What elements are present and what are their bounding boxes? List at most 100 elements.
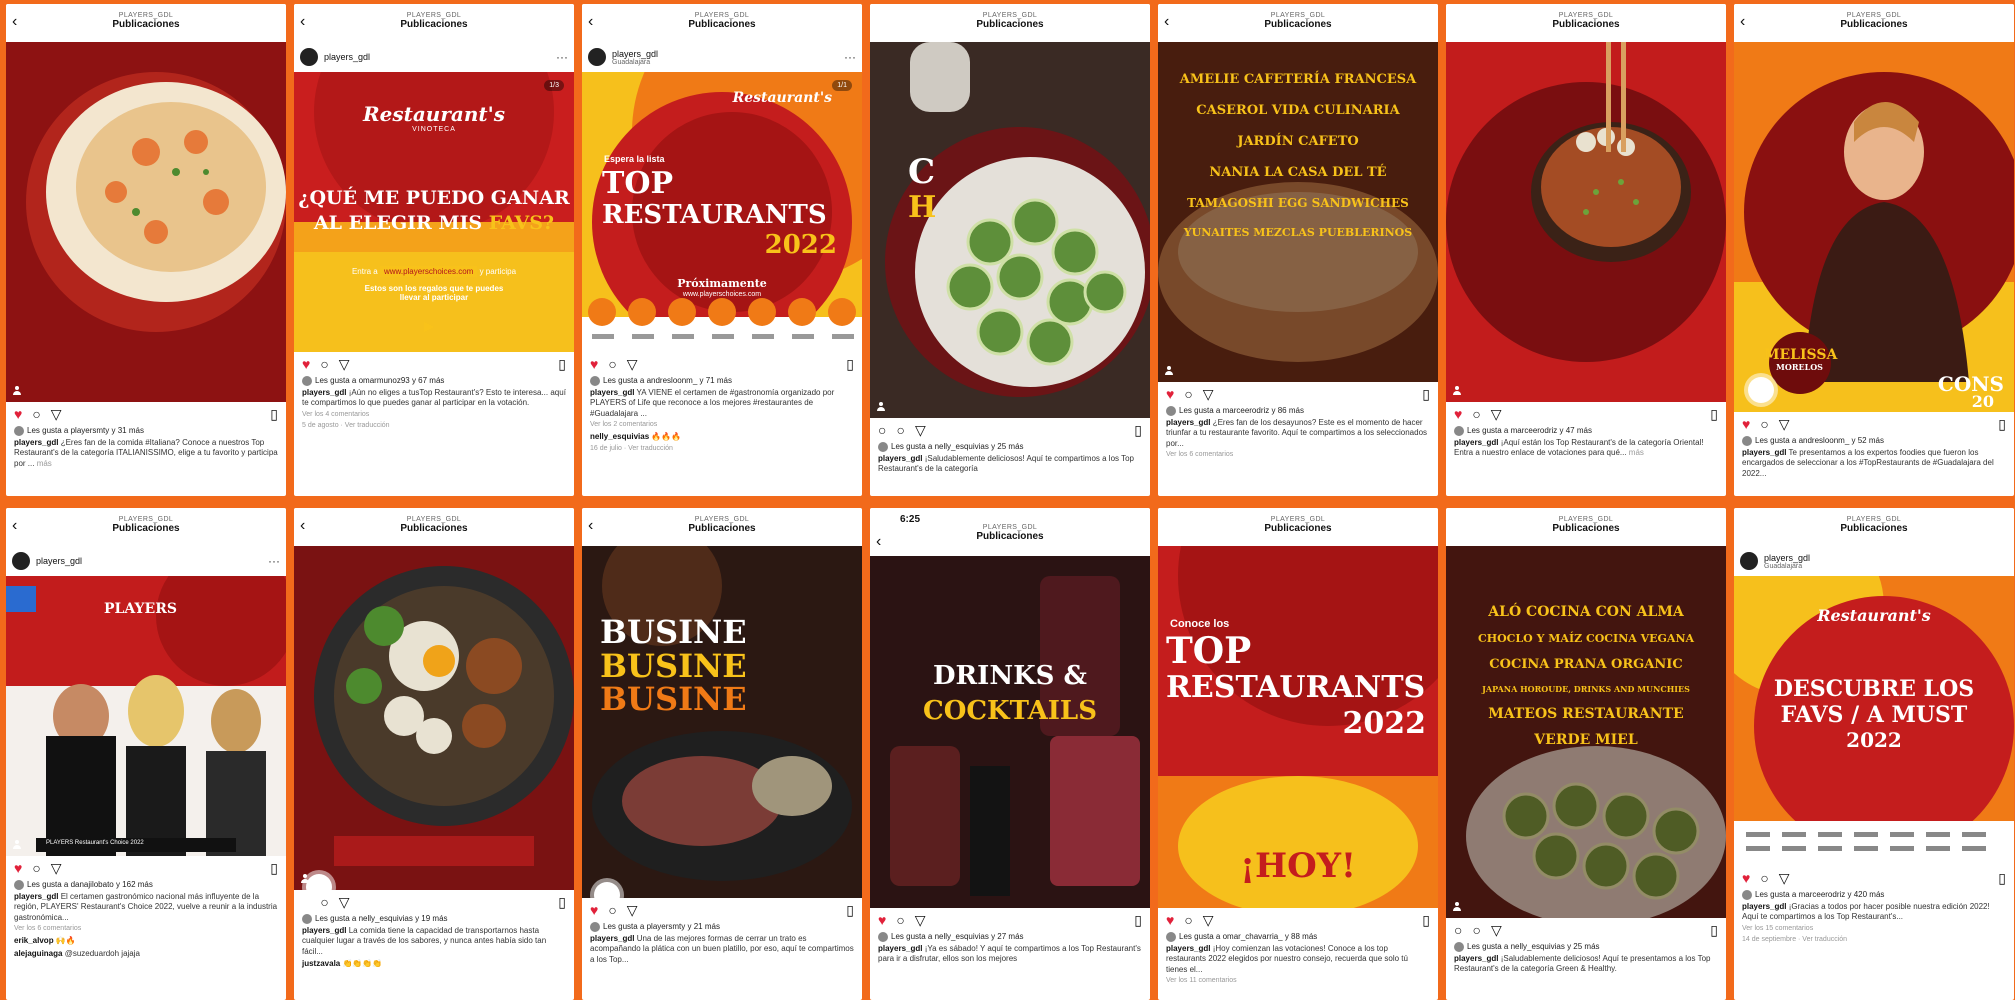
comment-author[interactable]: alejaguinaga bbox=[14, 949, 62, 958]
post-image[interactable] bbox=[1446, 42, 1726, 402]
comments-link[interactable]: Ver los 6 comentarios bbox=[6, 923, 286, 934]
save-icon[interactable]: ▯ bbox=[1422, 912, 1430, 929]
comment-author[interactable]: erik_alvop bbox=[14, 936, 54, 945]
caption-author[interactable]: players_gdl bbox=[878, 944, 922, 953]
caption-author[interactable]: players_gdl bbox=[302, 388, 346, 397]
comment-icon[interactable]: ○ bbox=[1760, 416, 1768, 432]
save-icon[interactable]: ▯ bbox=[1134, 912, 1142, 929]
save-icon[interactable]: ▯ bbox=[270, 406, 278, 423]
share-icon[interactable]: ▽ bbox=[339, 356, 350, 373]
post-image[interactable]: DRINKS & COCKTAILS bbox=[870, 556, 1150, 908]
heart-icon[interactable]: ♥ bbox=[1454, 406, 1462, 422]
caption-author[interactable]: players_gdl bbox=[14, 438, 58, 447]
comments-link[interactable]: Ver los 15 comentarios bbox=[1734, 923, 2014, 934]
share-icon[interactable]: ▽ bbox=[1491, 406, 1502, 423]
back-icon[interactable]: ‹ bbox=[876, 534, 881, 550]
back-icon[interactable]: ‹ bbox=[300, 518, 305, 534]
post-image[interactable]: PLAYERS PLAYERS Restaurant's Choice 2022 bbox=[6, 576, 286, 856]
heart-icon[interactable]: ♥ bbox=[590, 356, 598, 372]
post-card[interactable]: PLAYERS_GDL Publicaciones Conoce los TOP… bbox=[1158, 508, 1438, 1000]
comment-icon[interactable]: ○ bbox=[1472, 406, 1480, 422]
post-location[interactable]: Guadalajara bbox=[1764, 563, 1810, 570]
save-icon[interactable]: ▯ bbox=[846, 356, 854, 373]
share-icon[interactable]: ▽ bbox=[915, 912, 926, 929]
tagged-users-icon[interactable] bbox=[1452, 902, 1462, 912]
comments-link[interactable]: Ver los 2 comentarios bbox=[582, 419, 862, 430]
post-image[interactable]: C H bbox=[870, 42, 1150, 418]
comment-icon[interactable]: ○ bbox=[32, 860, 40, 876]
heart-icon[interactable]: ○ bbox=[878, 422, 886, 438]
more-link[interactable]: más bbox=[1629, 448, 1644, 457]
tagged-users-icon[interactable] bbox=[876, 402, 886, 412]
back-icon[interactable]: ‹ bbox=[300, 14, 305, 30]
comments-link[interactable]: Ver los 4 comentarios bbox=[294, 409, 574, 420]
comment-author[interactable]: justzavala bbox=[302, 959, 340, 968]
caption-author[interactable]: players_gdl bbox=[590, 388, 634, 397]
caption-author[interactable]: players_gdl bbox=[302, 926, 346, 935]
post-image[interactable]: 1/3 Restaurant's VINOTECA ¿QUÉ ME PUEDO … bbox=[294, 72, 574, 352]
more-icon[interactable]: ··· bbox=[844, 50, 856, 64]
share-icon[interactable]: ▽ bbox=[339, 894, 350, 911]
save-icon[interactable]: ▯ bbox=[270, 860, 278, 877]
post-author[interactable]: players_gdl bbox=[1764, 553, 1810, 563]
share-icon[interactable]: ▽ bbox=[915, 422, 926, 439]
heart-icon[interactable]: ♥ bbox=[14, 406, 22, 422]
comment-icon[interactable]: ○ bbox=[896, 912, 904, 928]
share-icon[interactable]: ▽ bbox=[1491, 922, 1502, 939]
save-icon[interactable]: ▯ bbox=[1710, 406, 1718, 423]
heart-icon[interactable]: ♥ bbox=[1742, 416, 1750, 432]
post-card[interactable]: 6:25 ‹ PLAYERS_GDL Publicaciones DRINKS … bbox=[870, 508, 1150, 1000]
save-icon[interactable]: ▯ bbox=[558, 894, 566, 911]
back-icon[interactable]: ‹ bbox=[1740, 14, 1745, 30]
caption-author[interactable]: players_gdl bbox=[878, 454, 922, 463]
post-card[interactable]: ‹ PLAYERS_GDL Publicaciones ♥ ○ ▽ ▯ bbox=[294, 508, 574, 1000]
post-author[interactable]: players_gdl bbox=[36, 556, 82, 566]
comment-icon[interactable]: ○ bbox=[1184, 386, 1192, 402]
comment-icon[interactable]: ○ bbox=[1184, 912, 1192, 928]
save-icon[interactable]: ▯ bbox=[1710, 922, 1718, 939]
post-image[interactable]: BUSINE BUSINE BUSINE bbox=[582, 546, 862, 898]
avatar[interactable] bbox=[1740, 552, 1758, 570]
post-card[interactable]: ‹ PLAYERS_GDL Publicaciones BUSINE BUSIN… bbox=[582, 508, 862, 1000]
save-icon[interactable]: ▯ bbox=[1998, 416, 2006, 433]
share-icon[interactable]: ▽ bbox=[1203, 912, 1214, 929]
heart-icon[interactable]: ○ bbox=[1454, 922, 1462, 938]
back-icon[interactable]: ‹ bbox=[588, 14, 593, 30]
post-image[interactable] bbox=[294, 546, 574, 890]
comment-icon[interactable]: ○ bbox=[320, 356, 328, 372]
caption-author[interactable]: players_gdl bbox=[1742, 902, 1786, 911]
comment-icon[interactable]: ○ bbox=[320, 894, 328, 910]
comment-icon[interactable]: ○ bbox=[608, 356, 616, 372]
comment-icon[interactable]: ○ bbox=[608, 902, 616, 918]
back-icon[interactable]: ‹ bbox=[12, 14, 17, 30]
post-image[interactable]: AMELIE CAFETERÍA FRANCESA CASEROL VIDA C… bbox=[1158, 42, 1438, 382]
heart-icon[interactable]: ♥ bbox=[302, 356, 310, 372]
comment-icon[interactable]: ○ bbox=[32, 406, 40, 422]
caption-author[interactable]: players_gdl bbox=[1454, 954, 1498, 963]
share-icon[interactable]: ▽ bbox=[51, 406, 62, 423]
comment-icon[interactable]: ○ bbox=[896, 422, 904, 438]
post-card[interactable]: ‹ PLAYERS_GDL Publicaciones MELISSA MORE… bbox=[1734, 4, 2014, 496]
share-icon[interactable]: ▽ bbox=[1779, 870, 1790, 887]
avatar[interactable] bbox=[588, 48, 606, 66]
save-icon[interactable]: ▯ bbox=[558, 356, 566, 373]
back-icon[interactable]: ‹ bbox=[12, 518, 17, 534]
tagged-users-icon[interactable] bbox=[12, 840, 22, 850]
post-image[interactable] bbox=[6, 42, 286, 402]
caption-author[interactable]: players_gdl bbox=[1166, 944, 1210, 953]
save-icon[interactable]: ▯ bbox=[846, 902, 854, 919]
more-icon[interactable]: ··· bbox=[268, 554, 280, 568]
more-link[interactable]: más bbox=[37, 459, 52, 468]
caption-author[interactable]: players_gdl bbox=[590, 934, 634, 943]
post-image[interactable]: Restaurant's DESCUBRE LOS FAVS / A MUST … bbox=[1734, 576, 2014, 866]
caption-author[interactable]: players_gdl bbox=[1454, 438, 1498, 447]
comment-icon[interactable]: ○ bbox=[1760, 870, 1768, 886]
save-icon[interactable]: ▯ bbox=[1134, 422, 1142, 439]
post-card[interactable]: ‹ PLAYERS_GDL Publicaciones players_gdl … bbox=[6, 508, 286, 1000]
share-icon[interactable]: ▽ bbox=[51, 860, 62, 877]
save-icon[interactable]: ▯ bbox=[1998, 870, 2006, 887]
caption-author[interactable]: players_gdl bbox=[14, 892, 58, 901]
post-card[interactable]: ‹ PLAYERS_GDL Publicaciones players_gdl G… bbox=[582, 4, 862, 496]
tagged-users-icon[interactable] bbox=[1164, 366, 1174, 376]
post-card[interactable]: PLAYERS_GDL Publicaciones players_gdl Gua… bbox=[1734, 508, 2014, 1000]
